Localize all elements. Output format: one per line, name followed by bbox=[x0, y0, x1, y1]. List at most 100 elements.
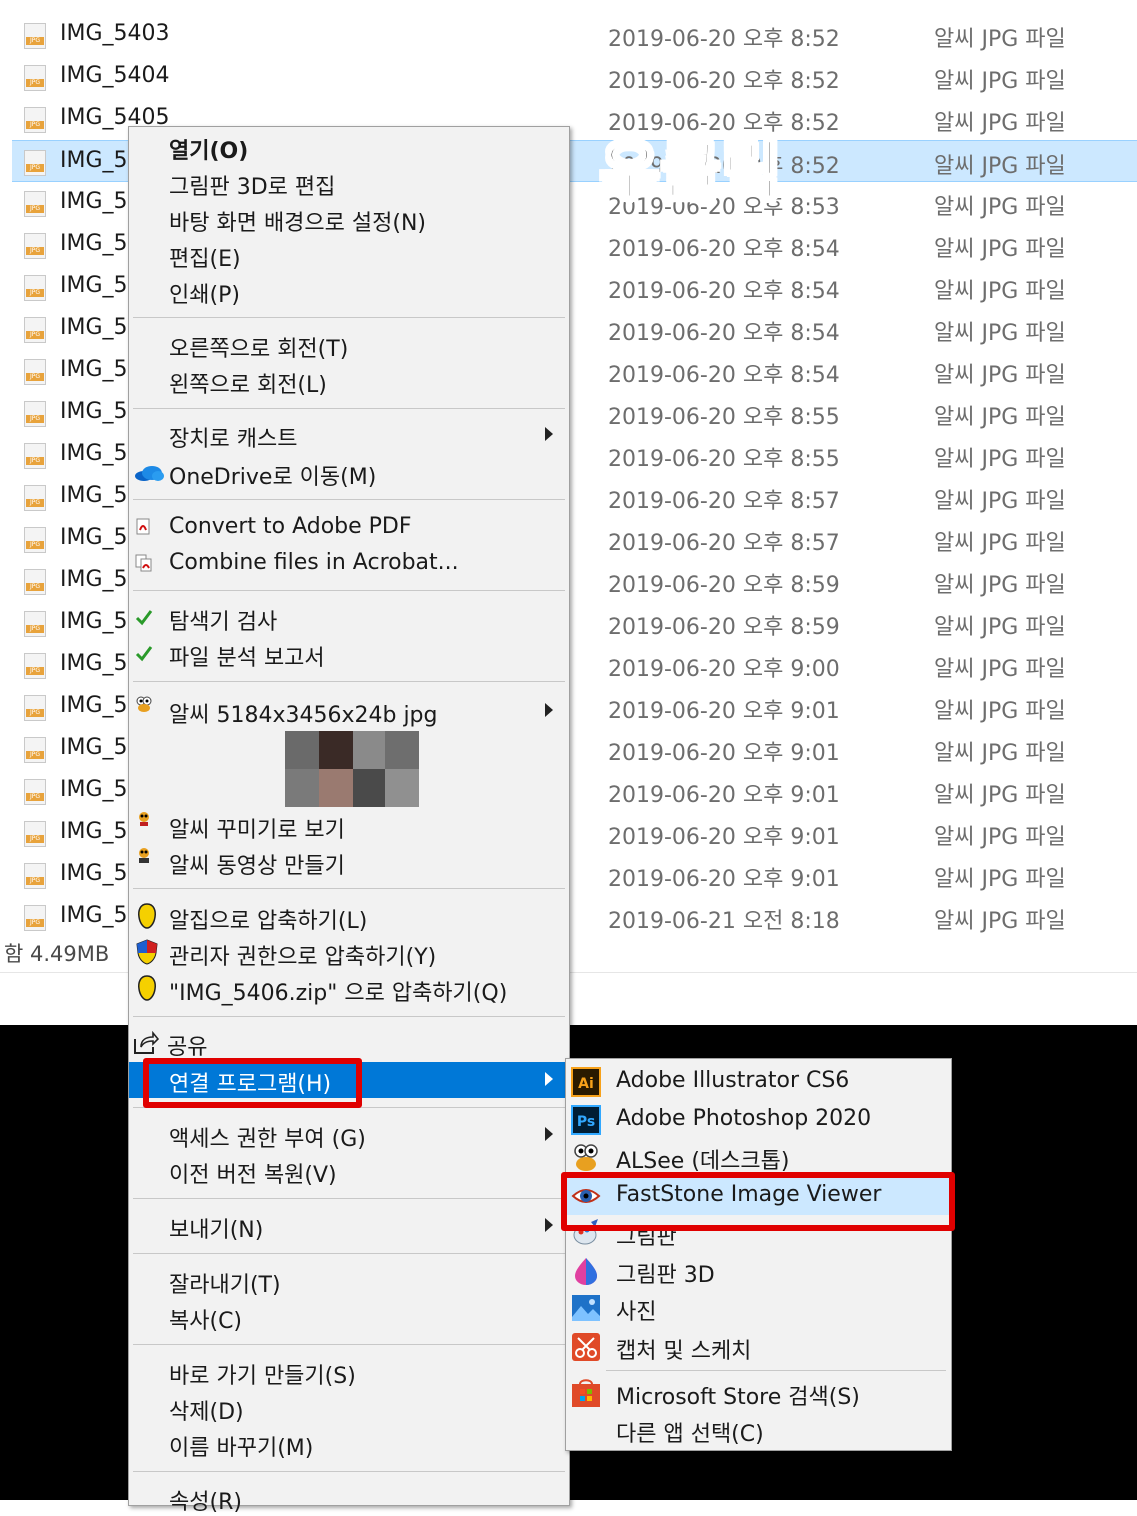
menu-share[interactable]: 공유 bbox=[129, 1025, 569, 1061]
jpg-file-icon bbox=[24, 779, 46, 805]
submenu-choose-other-app-label: 다른 앱 선택(C) bbox=[616, 1422, 764, 1447]
menu-create-shortcut[interactable]: 바로 가기 만들기(S) bbox=[129, 1354, 569, 1390]
jpg-file-icon bbox=[24, 569, 46, 595]
menu-admin-compress[interactable]: 관리자 권한으로 압축하기(Y) bbox=[129, 935, 569, 971]
menu-file-report[interactable]: 파일 분석 보고서 bbox=[129, 636, 569, 672]
menu-separator bbox=[133, 590, 565, 591]
submenu-store-search[interactable]: Microsoft Store 검색(S) bbox=[566, 1375, 951, 1412]
file-date: 2019-06-20 오후 8:54 bbox=[608, 321, 840, 346]
file-name: IMG_5 bbox=[60, 357, 128, 382]
file-date: 2019-06-20 오후 8:59 bbox=[608, 615, 840, 640]
menu-send-to[interactable]: 보내기(N) bbox=[129, 1208, 569, 1244]
submenu-photoshop[interactable]: Ps Adobe Photoshop 2020 bbox=[566, 1102, 951, 1139]
right-click-annotation: 우클릭 bbox=[599, 134, 783, 211]
file-name: IMG_5 bbox=[60, 441, 128, 466]
menu-delete[interactable]: 삭제(D) bbox=[129, 1390, 569, 1426]
menu-open[interactable]: 열기(O) bbox=[129, 129, 569, 165]
submenu-store-search-label: Microsoft Store 검색(S) bbox=[616, 1385, 860, 1410]
menu-properties[interactable]: 속성(R) bbox=[129, 1480, 569, 1516]
menu-separator bbox=[133, 1344, 565, 1345]
menu-share-label: 공유 bbox=[167, 1035, 208, 1060]
submenu-snip-sketch[interactable]: 캡처 및 스케치 bbox=[566, 1329, 951, 1366]
menu-cast-to-device[interactable]: 장치로 캐스트 bbox=[129, 417, 569, 453]
jpg-file-icon bbox=[24, 233, 46, 259]
menu-onedrive[interactable]: OneDrive로 이동(M) bbox=[129, 455, 569, 491]
menu-rename[interactable]: 이름 바꾸기(M) bbox=[129, 1426, 569, 1462]
file-type: 알씨 JPG 파일 bbox=[934, 69, 1066, 94]
menu-restore-versions[interactable]: 이전 버전 복원(V) bbox=[129, 1153, 569, 1189]
menu-separator bbox=[133, 888, 565, 889]
submenu-illustrator[interactable]: Ai Adobe Illustrator CS6 bbox=[566, 1064, 951, 1101]
menu-alsee-info[interactable]: 알씨 5184x3456x24b jpg bbox=[129, 693, 569, 729]
file-name: IMG_5 bbox=[60, 483, 128, 508]
file-type: 알씨 JPG 파일 bbox=[934, 154, 1066, 179]
file-type: 알씨 JPG 파일 bbox=[934, 825, 1066, 850]
menu-rotate-left[interactable]: 왼쪽으로 회전(L) bbox=[129, 363, 569, 399]
file-type: 알씨 JPG 파일 bbox=[934, 615, 1066, 640]
menu-print[interactable]: 인쇄(P) bbox=[129, 273, 569, 309]
menu-cast-label: 장치로 캐스트 bbox=[169, 427, 298, 452]
menu-edit[interactable]: 편집(E) bbox=[129, 237, 569, 273]
file-type: 알씨 JPG 파일 bbox=[934, 699, 1066, 724]
menu-set-wallpaper[interactable]: 바탕 화면 배경으로 설정(N) bbox=[129, 201, 569, 237]
alsee-decorate-icon bbox=[135, 810, 153, 828]
menu-separator bbox=[133, 1253, 565, 1254]
menu-paint3d-edit[interactable]: 그림판 3D로 편집 bbox=[129, 165, 569, 201]
menu-rotate-right-label: 오른쪽으로 회전(T) bbox=[169, 337, 349, 362]
menu-file-report-label: 파일 분석 보고서 bbox=[169, 646, 325, 671]
menu-copy-label: 복사(C) bbox=[169, 1309, 243, 1334]
file-date: 2019-06-20 오후 8:59 bbox=[608, 573, 840, 598]
submenu-choose-other-app[interactable]: 다른 앱 선택(C) bbox=[566, 1412, 951, 1449]
menu-rename-label: 이름 바꾸기(M) bbox=[169, 1436, 314, 1461]
file-type: 알씨 JPG 파일 bbox=[934, 237, 1066, 262]
menu-alsee-decorate-label: 알씨 꾸미기로 보기 bbox=[169, 818, 345, 843]
file-row[interactable]: IMG_5404 2019-06-20 오후 8:52 알씨 JPG 파일 bbox=[0, 56, 1137, 98]
jpg-file-icon bbox=[24, 401, 46, 427]
menu-alsee-decorate[interactable]: 알씨 꾸미기로 보기 bbox=[129, 808, 569, 844]
jpg-file-icon bbox=[24, 611, 46, 637]
menu-combine-acrobat[interactable]: Combine files in Acrobat... bbox=[129, 546, 569, 582]
file-name: IMG_5 bbox=[60, 148, 128, 173]
submenu-photos[interactable]: 사진 bbox=[566, 1290, 951, 1327]
menu-explorer-scan[interactable]: 탐색기 검사 bbox=[129, 600, 569, 636]
menu-zip-name-compress-label: "IMG_5406.zip" 으로 압축하기(Q) bbox=[169, 981, 508, 1006]
submenu-paint3d-label: 그림판 3D bbox=[616, 1263, 715, 1288]
file-date: 2019-06-20 오후 8:54 bbox=[608, 279, 840, 304]
menu-cut[interactable]: 잘라내기(T) bbox=[129, 1263, 569, 1299]
menu-admin-compress-label: 관리자 권한으로 압축하기(Y) bbox=[169, 945, 437, 970]
menu-copy[interactable]: 복사(C) bbox=[129, 1299, 569, 1335]
submenu-separator bbox=[606, 1370, 946, 1371]
menu-send-to-label: 보내기(N) bbox=[169, 1218, 264, 1243]
file-date: 2019-06-20 오후 8:57 bbox=[608, 489, 840, 514]
menu-separator bbox=[133, 317, 565, 318]
jpg-file-icon bbox=[24, 359, 46, 385]
jpg-file-icon bbox=[24, 653, 46, 679]
jpg-file-icon bbox=[24, 821, 46, 847]
menu-alzip-compress[interactable]: 알집으로 압축하기(L) bbox=[129, 899, 569, 935]
submenu-alsee[interactable]: ALSee (데스크톱) bbox=[566, 1139, 951, 1176]
file-date: 2019-06-20 오후 8:57 bbox=[608, 531, 840, 556]
file-name: IMG_5 bbox=[60, 315, 128, 340]
submenu-paint3d[interactable]: 그림판 3D bbox=[566, 1253, 951, 1290]
file-date: 2019-06-20 오후 9:00 bbox=[608, 657, 840, 682]
file-name: IMG_5 bbox=[60, 819, 128, 844]
menu-restore-versions-label: 이전 버전 복원(V) bbox=[169, 1163, 337, 1188]
paint3d-icon bbox=[571, 1256, 601, 1286]
menu-alsee-video[interactable]: 알씨 동영상 만들기 bbox=[129, 844, 569, 880]
snip-sketch-icon bbox=[571, 1332, 601, 1362]
file-name: IMG_5 bbox=[60, 189, 128, 214]
menu-convert-pdf-label: Convert to Adobe PDF bbox=[169, 514, 412, 539]
file-name: IMG_5404 bbox=[60, 63, 170, 88]
file-name: IMG_5 bbox=[60, 651, 128, 676]
menu-rotate-right[interactable]: 오른쪽으로 회전(T) bbox=[129, 327, 569, 363]
file-row[interactable]: IMG_5403 2019-06-20 오후 8:52 알씨 JPG 파일 bbox=[0, 14, 1137, 56]
menu-grant-access[interactable]: 액세스 권한 부여 (G) bbox=[129, 1117, 569, 1153]
menu-zip-name-compress[interactable]: "IMG_5406.zip" 으로 압축하기(Q) bbox=[129, 971, 569, 1007]
menu-delete-label: 삭제(D) bbox=[169, 1400, 244, 1425]
menu-separator bbox=[133, 1198, 565, 1199]
file-type: 알씨 JPG 파일 bbox=[934, 531, 1066, 556]
jpg-file-icon bbox=[24, 23, 46, 49]
open-with-submenu: Ai Adobe Illustrator CS6 Ps Adobe Photos… bbox=[565, 1058, 952, 1451]
menu-convert-pdf[interactable]: Convert to Adobe PDF bbox=[129, 510, 569, 546]
faststone-highlight-box bbox=[561, 1172, 955, 1231]
